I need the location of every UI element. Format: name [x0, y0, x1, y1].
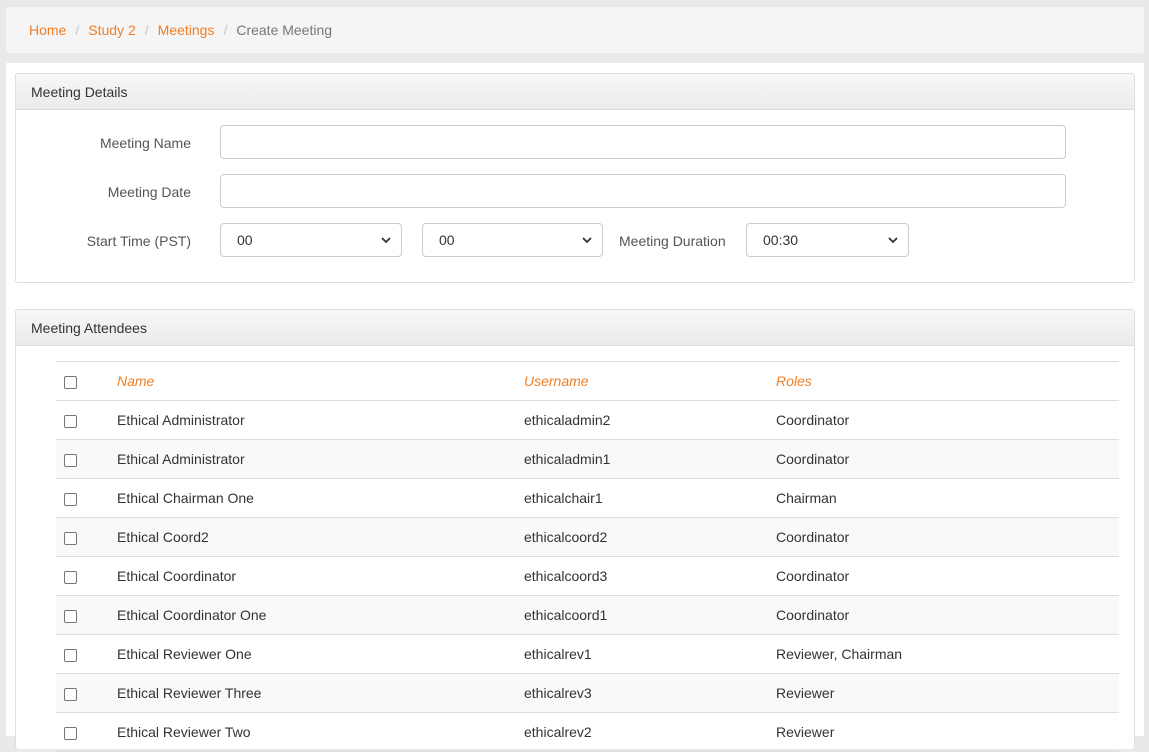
table-row: Ethical Reviewer Three ethicalrev3 Reviewe… [56, 673, 1119, 713]
attendee-username: ethicalrev2 [524, 712, 776, 752]
attendee-roles: Coordinator [776, 400, 1119, 440]
attendee-name: Ethical Coord2 [117, 517, 524, 557]
attendee-roles: Coordinator [776, 517, 1119, 557]
attendee-roles: Coordinator [776, 595, 1119, 635]
select-all-checkbox[interactable] [64, 375, 77, 389]
start-time-label: Start Time (PST) [86, 233, 191, 249]
attendee-name: Ethical Reviewer Two [117, 712, 524, 752]
attendee-username: ethicalchair1 [524, 478, 776, 518]
start-minute-select[interactable]: 00 [422, 223, 603, 257]
start-hour-select[interactable]: 00 [220, 223, 402, 257]
row-checkbox[interactable] [64, 414, 77, 428]
attendee-username: ethicaladmin1 [524, 439, 776, 479]
attendee-name: Ethical Administrator [117, 400, 524, 440]
chevron-down-icon [381, 237, 391, 244]
attendee-roles: Coordinator [776, 556, 1119, 596]
attendee-username: ethicalrev1 [524, 634, 776, 674]
attendee-name: Ethical Reviewer Three [117, 673, 524, 713]
meeting-date-label: Meeting Date [107, 184, 191, 200]
meeting-details-panel: Meeting Details Meeting Name Meeting Dat… [15, 73, 1135, 283]
breadcrumb-current: Create Meeting [236, 22, 333, 38]
column-header-username[interactable]: Username [524, 361, 776, 401]
row-checkbox[interactable] [64, 726, 77, 740]
row-checkbox[interactable] [64, 648, 77, 662]
attendee-name: Ethical Coordinator [117, 556, 524, 596]
chevron-down-icon [888, 237, 898, 244]
breadcrumb-meetings-link[interactable]: Meetings [158, 22, 215, 38]
table-row: Ethical Administrator ethicaladmin1 Coordi… [56, 439, 1119, 479]
meeting-duration-select[interactable]: 00:30 [746, 223, 909, 257]
row-checkbox[interactable] [64, 453, 77, 467]
start-hour-value: 00 [237, 232, 253, 248]
attendees-table: Name Username Roles Ethical Administrato… [56, 361, 1119, 752]
table-header-row: Name Username Roles [56, 361, 1119, 401]
table-row: Ethical Coord2 ethicalcoord2 Coordinator [56, 517, 1119, 557]
meeting-name-label: Meeting Name [99, 135, 191, 151]
breadcrumb-separator: / [223, 22, 228, 38]
meeting-attendees-panel: Meeting Attendees Name Username Roles Et… [15, 309, 1135, 752]
attendees-table-body: Ethical Administrator ethicaladmin2 Coordi… [56, 400, 1119, 752]
column-header-name[interactable]: Name [117, 361, 524, 401]
breadcrumb: Home / Study 2 / Meetings / Create Meeti… [6, 7, 1144, 53]
start-minute-value: 00 [439, 232, 455, 248]
attendee-roles: Reviewer [776, 673, 1119, 713]
table-row: Ethical Chairman One ethicalchair1 Chairma… [56, 478, 1119, 518]
breadcrumb-home-link[interactable]: Home [29, 22, 66, 38]
attendee-roles: Reviewer [776, 712, 1119, 752]
main-content: Meeting Details Meeting Name Meeting Dat… [6, 63, 1144, 752]
breadcrumb-separator: / [75, 22, 80, 38]
row-checkbox[interactable] [64, 531, 77, 545]
attendee-username: ethicalcoord3 [524, 556, 776, 596]
column-header-roles[interactable]: Roles [776, 361, 1119, 401]
row-checkbox[interactable] [64, 687, 77, 701]
table-row: Ethical Coordinator One ethicalcoord1 Coor… [56, 595, 1119, 635]
table-row: Ethical Reviewer Two ethicalrev2 Reviewer [56, 712, 1119, 752]
meeting-name-input[interactable] [220, 125, 1066, 159]
attendee-roles: Reviewer, Chairman [776, 634, 1119, 674]
attendee-name: Ethical Administrator [117, 439, 524, 479]
attendee-username: ethicaladmin2 [524, 400, 776, 440]
attendee-name: Ethical Reviewer One [117, 634, 524, 674]
row-checkbox[interactable] [64, 609, 77, 623]
table-row: Ethical Administrator ethicaladmin2 Coordi… [56, 400, 1119, 440]
attendee-roles: Chairman [776, 478, 1119, 518]
breadcrumb-separator: / [144, 22, 149, 38]
table-row: Ethical Reviewer One ethicalrev1 Reviewer,… [56, 634, 1119, 674]
table-row: Ethical Coordinator ethicalcoord3 Coordina… [56, 556, 1119, 596]
meeting-duration-value: 00:30 [763, 232, 799, 248]
attendee-username: ethicalcoord1 [524, 595, 776, 635]
chevron-down-icon [582, 237, 592, 244]
breadcrumb-study-link[interactable]: Study 2 [88, 22, 135, 38]
attendee-name: Ethical Coordinator One [117, 595, 524, 635]
meeting-details-heading: Meeting Details [16, 74, 1134, 110]
meeting-duration-label: Meeting Duration [619, 233, 726, 249]
attendee-name: Ethical Chairman One [117, 478, 524, 518]
row-checkbox[interactable] [64, 492, 77, 506]
meeting-attendees-heading: Meeting Attendees [16, 310, 1134, 346]
row-checkbox[interactable] [64, 570, 77, 584]
attendee-roles: Coordinator [776, 439, 1119, 479]
meeting-date-input[interactable] [220, 174, 1066, 208]
attendee-username: ethicalrev3 [524, 673, 776, 713]
attendee-username: ethicalcoord2 [524, 517, 776, 557]
